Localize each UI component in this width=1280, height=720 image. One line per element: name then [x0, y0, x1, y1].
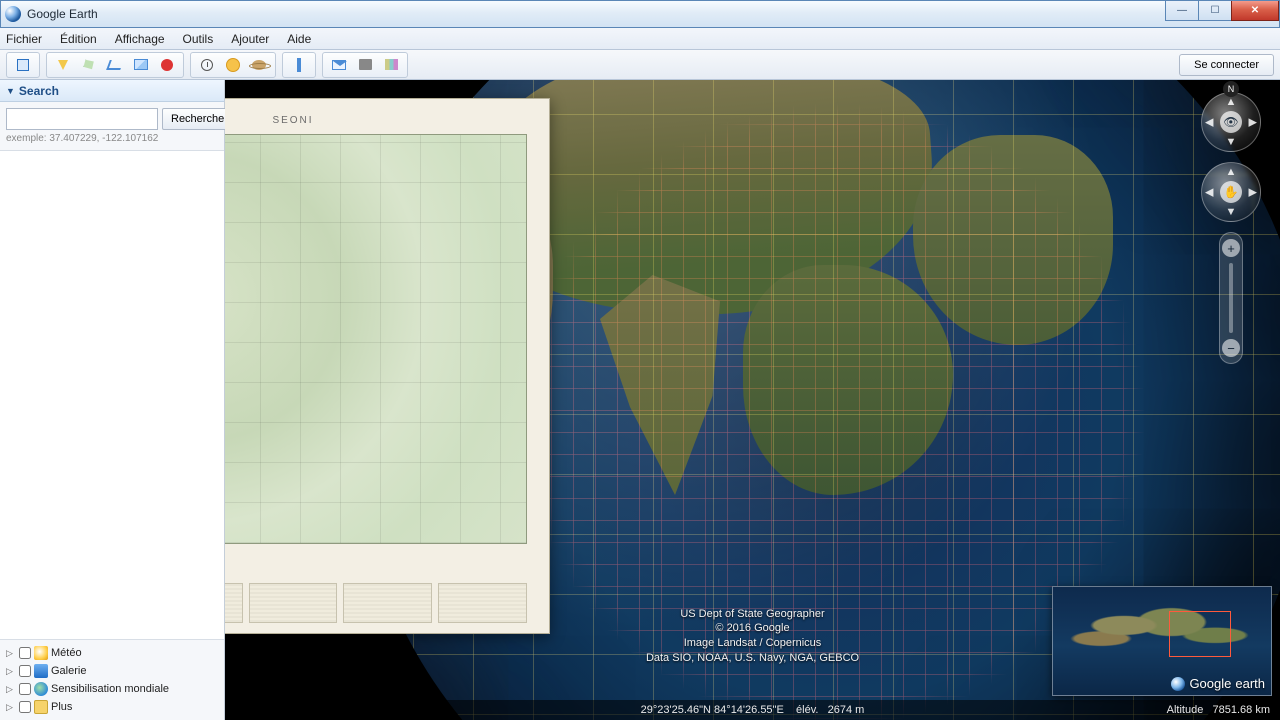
- attribution-line: © 2016 Google: [646, 621, 859, 636]
- expand-icon: ▷: [6, 684, 16, 695]
- map-viewport[interactable]: SEONI N ▲ ▼ ◀ ▶ 👁 ▲ ▼ ◀ ▶ ✋ +: [225, 80, 1280, 720]
- save-image-button[interactable]: [379, 54, 403, 76]
- attribution-line: Image Landsat / Copernicus: [646, 636, 859, 651]
- ruler-button[interactable]: [287, 54, 311, 76]
- menu-affichage[interactable]: Affichage: [115, 32, 165, 46]
- window-titlebar: Google Earth — ☐ ✕: [0, 0, 1280, 28]
- gallery-icon: [34, 664, 48, 678]
- overview-view-rect: [1169, 611, 1231, 657]
- search-header-label: Search: [19, 84, 59, 98]
- topo-map-overlay[interactable]: SEONI: [225, 98, 550, 634]
- weather-icon: [34, 646, 48, 660]
- window-minimize-button[interactable]: —: [1165, 1, 1199, 21]
- chevron-left-icon[interactable]: ◀: [1205, 186, 1213, 199]
- hand-icon[interactable]: ✋: [1220, 181, 1242, 203]
- layer-checkbox[interactable]: [19, 665, 31, 677]
- status-alt-value: 7851.68 km: [1213, 704, 1270, 716]
- menu-aide[interactable]: Aide: [287, 32, 311, 46]
- expand-icon: ▷: [6, 648, 16, 659]
- status-bar: 29°23'25.46"N 84°14'26.55"E élév. 2674 m…: [225, 700, 1280, 720]
- eye-icon[interactable]: 👁: [1220, 111, 1242, 133]
- layer-row-sensibilisation[interactable]: ▷ Sensibilisation mondiale: [2, 680, 222, 698]
- toolbar: Se connecter: [0, 50, 1280, 80]
- attribution-line: US Dept of State Geographer: [646, 607, 859, 622]
- layer-checkbox[interactable]: [19, 701, 31, 713]
- chevron-up-icon[interactable]: ▲: [1226, 96, 1237, 108]
- sidebar: ▼ Search Rechercher exemple: 37.407229, …: [0, 80, 225, 720]
- app-icon: [5, 6, 21, 22]
- folder-icon: [34, 700, 48, 714]
- earth-icon: [1171, 677, 1185, 691]
- menu-bar: Fichier Édition Affichage Outils Ajouter…: [0, 28, 1280, 50]
- layer-row-galerie[interactable]: ▷ Galerie: [2, 662, 222, 680]
- layer-checkbox[interactable]: [19, 683, 31, 695]
- attribution-line: Data SIO, NOAA, U.S. Navy, NGA, GEBCO: [646, 651, 859, 666]
- window-close-button[interactable]: ✕: [1231, 1, 1279, 21]
- zoom-track[interactable]: [1229, 263, 1233, 333]
- chevron-up-icon[interactable]: ▲: [1226, 166, 1237, 178]
- layer-row-plus[interactable]: ▷ Plus: [2, 698, 222, 716]
- imagery-attribution: US Dept of State Geographer © 2016 Googl…: [646, 607, 859, 666]
- window-title: Google Earth: [27, 7, 98, 21]
- search-panel-header[interactable]: ▼ Search: [0, 80, 224, 102]
- add-polygon-button[interactable]: [77, 54, 101, 76]
- add-path-button[interactable]: [103, 54, 127, 76]
- topo-sheet-body: [225, 134, 527, 544]
- chevron-right-icon[interactable]: ▶: [1249, 116, 1257, 129]
- search-input[interactable]: [6, 108, 158, 130]
- planets-button[interactable]: [247, 54, 271, 76]
- zoom-in-button[interactable]: +: [1222, 239, 1240, 257]
- menu-fichier[interactable]: Fichier: [6, 32, 42, 46]
- add-placemark-button[interactable]: [51, 54, 75, 76]
- print-button[interactable]: [353, 54, 377, 76]
- layer-row-meteo[interactable]: ▷ Météo: [2, 644, 222, 662]
- record-tour-button[interactable]: [155, 54, 179, 76]
- expand-icon: ▷: [6, 702, 16, 713]
- topo-sheet-legend: [225, 583, 527, 623]
- places-panel[interactable]: [0, 150, 224, 640]
- layer-label: Météo: [51, 647, 82, 659]
- navigation-controls: N ▲ ▼ ◀ ▶ 👁 ▲ ▼ ◀ ▶ ✋ + −: [1196, 92, 1266, 364]
- status-elev-label: élév.: [796, 704, 818, 716]
- topo-sheet-title: SEONI: [225, 115, 527, 126]
- menu-edition[interactable]: Édition: [60, 32, 97, 46]
- sign-in-button[interactable]: Se connecter: [1179, 54, 1274, 76]
- add-image-overlay-button[interactable]: [129, 54, 153, 76]
- status-elev-value: 2674 m: [828, 704, 865, 716]
- collapse-icon: ▼: [6, 86, 15, 96]
- overview-map[interactable]: Google earth: [1052, 586, 1272, 696]
- north-indicator[interactable]: N: [1223, 81, 1239, 97]
- layer-label: Galerie: [51, 665, 86, 677]
- status-coordinates: 29°23'25.46"N 84°14'26.55"E: [641, 704, 784, 716]
- look-compass[interactable]: N ▲ ▼ ◀ ▶ 👁: [1201, 92, 1261, 152]
- hide-sidebar-button[interactable]: [11, 54, 35, 76]
- chevron-down-icon[interactable]: ▼: [1226, 136, 1237, 148]
- search-example-text: exemple: 37.407229, -122.107162: [6, 133, 218, 144]
- menu-ajouter[interactable]: Ajouter: [231, 32, 269, 46]
- pan-control[interactable]: ▲ ▼ ◀ ▶ ✋: [1201, 162, 1261, 222]
- expand-icon: ▷: [6, 666, 16, 677]
- globe-icon: [34, 682, 48, 696]
- window-maximize-button[interactable]: ☐: [1198, 1, 1232, 21]
- menu-outils[interactable]: Outils: [183, 32, 214, 46]
- layer-label: Sensibilisation mondiale: [51, 683, 169, 695]
- layer-checkbox[interactable]: [19, 647, 31, 659]
- sunlight-button[interactable]: [221, 54, 245, 76]
- zoom-out-button[interactable]: −: [1222, 339, 1240, 357]
- chevron-left-icon[interactable]: ◀: [1205, 116, 1213, 129]
- zoom-slider[interactable]: + −: [1219, 232, 1243, 364]
- chevron-down-icon[interactable]: ▼: [1226, 206, 1237, 218]
- status-alt-label: Altitude: [1167, 704, 1204, 716]
- chevron-right-icon[interactable]: ▶: [1249, 186, 1257, 199]
- layer-label: Plus: [51, 701, 72, 713]
- historical-imagery-button[interactable]: [195, 54, 219, 76]
- google-earth-logo: Google earth: [1171, 676, 1265, 691]
- email-button[interactable]: [327, 54, 351, 76]
- layers-panel: ▷ Météo ▷ Galerie ▷ Sensibilisation mond…: [0, 640, 224, 720]
